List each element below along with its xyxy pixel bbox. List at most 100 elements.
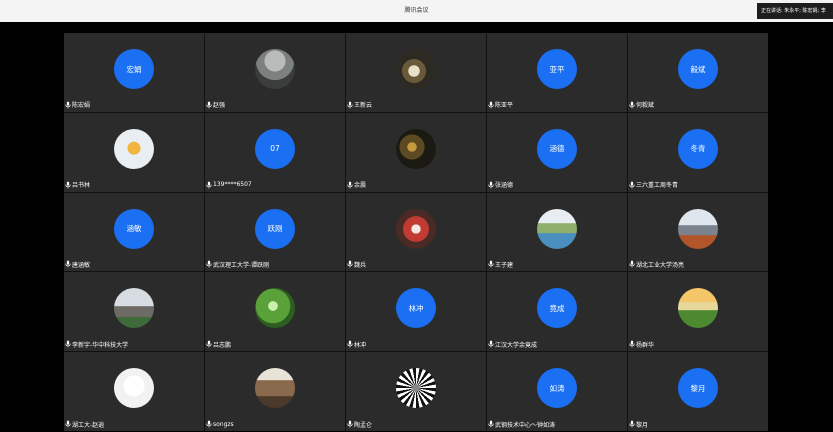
participant-nametag: 吕志鹏 bbox=[206, 339, 231, 349]
microphone-icon bbox=[629, 261, 635, 268]
avatar-initials: 亚平 bbox=[549, 64, 565, 74]
participant-nametag: 唐涵敏 bbox=[65, 259, 90, 269]
participant-tile[interactable]: 杨群华 bbox=[628, 272, 768, 352]
participant-avatar-photo bbox=[255, 288, 295, 329]
microphone-icon bbox=[629, 340, 635, 348]
microphone-icon bbox=[347, 181, 353, 188]
participant-tile[interactable]: 07 139****6507 bbox=[205, 112, 345, 192]
participant-grid: 宏娟 陈宏娟 赵强 王新云 亚平 陈亚平 毅斌 何毅斌 吕书林 07 139****6507 余震 涵德… bbox=[64, 33, 768, 431]
participant-tile[interactable]: 涵敏 唐涵敏 bbox=[64, 192, 204, 272]
participant-name: 陈宏娟 bbox=[72, 102, 91, 110]
microphone-icon bbox=[347, 261, 353, 268]
participant-name: 陈亚平 bbox=[495, 102, 514, 110]
participant-tile[interactable]: 跃刚 武汉理工大学-谭跃刚 bbox=[205, 192, 345, 272]
participant-name: 139****6507 bbox=[213, 181, 252, 189]
participant-name: 江汉大学余竟成 bbox=[495, 341, 538, 349]
participant-name: 唐涵敏 bbox=[72, 261, 91, 269]
participant-tile[interactable]: 李新宇-华中科技大学 bbox=[64, 272, 204, 352]
microphone-icon bbox=[488, 181, 494, 188]
participant-tile[interactable]: 余震 bbox=[346, 112, 486, 192]
participant-name: 武钢技术中心～钟如涛 bbox=[495, 421, 556, 429]
participant-avatar: 亚平 bbox=[537, 49, 577, 89]
participant-avatar: 如涛 bbox=[537, 368, 577, 409]
title-bar: 腾讯会议 正在讲话: 朱永平; 陈宏娟; 李 bbox=[0, 0, 833, 22]
microphone-icon bbox=[629, 101, 635, 109]
avatar-initials: 涵德 bbox=[549, 144, 565, 154]
participant-nametag: 何毅斌 bbox=[629, 100, 654, 110]
participant-name: 何毅斌 bbox=[636, 102, 655, 110]
avatar-initials: 07 bbox=[270, 144, 280, 154]
participant-name: 湖北工业大学汤亮 bbox=[636, 261, 685, 269]
participant-avatar-photo bbox=[114, 368, 154, 409]
microphone-icon bbox=[206, 181, 212, 188]
participant-avatar: 黎月 bbox=[678, 368, 718, 409]
participant-avatar-photo bbox=[537, 208, 577, 249]
participant-tile[interactable]: 竟成江汉大学余竟成 bbox=[487, 272, 627, 352]
participant-avatar: 07 bbox=[255, 128, 295, 169]
microphone-icon bbox=[65, 101, 71, 109]
microphone-icon bbox=[488, 340, 494, 348]
avatar-initials: 宏娟 bbox=[126, 64, 142, 74]
participant-tile[interactable]: 吕书林 bbox=[64, 112, 204, 192]
participant-name: 李新宇-华中科技大学 bbox=[72, 341, 129, 349]
participant-tile[interactable]: 吕志鹏 bbox=[205, 272, 345, 352]
participant-name: 张涵德 bbox=[495, 182, 514, 190]
participant-tile[interactable]: 湖北工业大学汤亮 bbox=[628, 192, 768, 272]
speaking-indicator: 正在讲话: 朱永平; 陈宏娟; 李 bbox=[757, 3, 833, 19]
participant-tile[interactable]: 王新云 bbox=[346, 33, 486, 112]
microphone-icon bbox=[206, 420, 212, 428]
participant-nametag: 黎月 bbox=[629, 419, 648, 429]
participant-nametag: songzs bbox=[206, 419, 234, 429]
avatar-initials: 竟成 bbox=[549, 303, 565, 313]
participant-name: 余震 bbox=[354, 182, 367, 190]
microphone-icon bbox=[347, 420, 353, 428]
participant-name: songzs bbox=[213, 420, 234, 428]
participant-nametag: 陈宏娟 bbox=[65, 100, 90, 110]
microphone-icon bbox=[488, 420, 494, 428]
participant-avatar: 毅斌 bbox=[678, 49, 718, 89]
participant-tile[interactable]: 冬青 三六重工周冬青 bbox=[628, 112, 768, 192]
participant-nametag: 湖工大-赵逍 bbox=[65, 419, 104, 429]
participant-nametag: 李新宇-华中科技大学 bbox=[65, 339, 128, 349]
microphone-icon bbox=[65, 420, 71, 428]
participant-tile[interactable]: 涵德张涵德 bbox=[487, 112, 627, 192]
participant-tile[interactable]: 宏娟陈宏娟 bbox=[64, 33, 204, 112]
participant-nametag: 139****6507 bbox=[206, 180, 252, 190]
avatar-initials: 毅斌 bbox=[690, 64, 706, 74]
participant-tile[interactable]: 如涛武钢技术中心～钟如涛 bbox=[487, 352, 627, 431]
participant-tile[interactable]: 毅斌何毅斌 bbox=[628, 33, 768, 112]
participant-tile[interactable]: 赵强 bbox=[205, 33, 345, 112]
participant-avatar-photo bbox=[114, 288, 154, 329]
participant-tile[interactable]: 湖工大-赵逍 bbox=[64, 352, 204, 431]
participant-avatar-photo bbox=[678, 208, 718, 249]
participant-tile[interactable]: 黎月 黎月 bbox=[628, 352, 768, 431]
participant-nametag: 杨群华 bbox=[629, 339, 654, 349]
microphone-icon bbox=[65, 181, 71, 188]
microphone-icon bbox=[206, 261, 212, 268]
participant-name: 魏兵 bbox=[354, 261, 367, 269]
microphone-icon bbox=[206, 101, 212, 109]
participant-tile[interactable]: 魏兵 bbox=[346, 192, 486, 272]
participant-name: 王新云 bbox=[354, 102, 373, 110]
participant-avatar-photo bbox=[396, 49, 436, 89]
avatar-initials: 林冲 bbox=[408, 303, 424, 313]
microphone-icon bbox=[206, 340, 212, 348]
participant-name: 黎月 bbox=[636, 421, 649, 429]
avatar-initials: 跃刚 bbox=[267, 224, 283, 234]
participant-nametag: 王新云 bbox=[347, 100, 372, 110]
participant-tile[interactable]: 王子建 bbox=[487, 192, 627, 272]
microphone-icon bbox=[347, 101, 353, 109]
microphone-icon bbox=[629, 181, 635, 188]
microphone-icon bbox=[629, 420, 635, 428]
participant-tile[interactable]: 陶孟仑 bbox=[346, 352, 486, 431]
participant-name: 吕书林 bbox=[72, 182, 91, 190]
participant-avatar: 林冲 bbox=[396, 288, 436, 329]
microphone-icon bbox=[65, 261, 71, 268]
participant-tile[interactable]: 林冲 林冲 bbox=[346, 272, 486, 352]
participant-avatar: 跃刚 bbox=[255, 208, 295, 249]
participant-nametag: 江汉大学余竟成 bbox=[488, 339, 537, 349]
participant-avatar-photo bbox=[114, 128, 154, 169]
participant-tile[interactable]: 亚平陈亚平 bbox=[487, 33, 627, 112]
participant-tile[interactable]: songzs bbox=[205, 352, 345, 431]
microphone-icon bbox=[65, 340, 71, 348]
